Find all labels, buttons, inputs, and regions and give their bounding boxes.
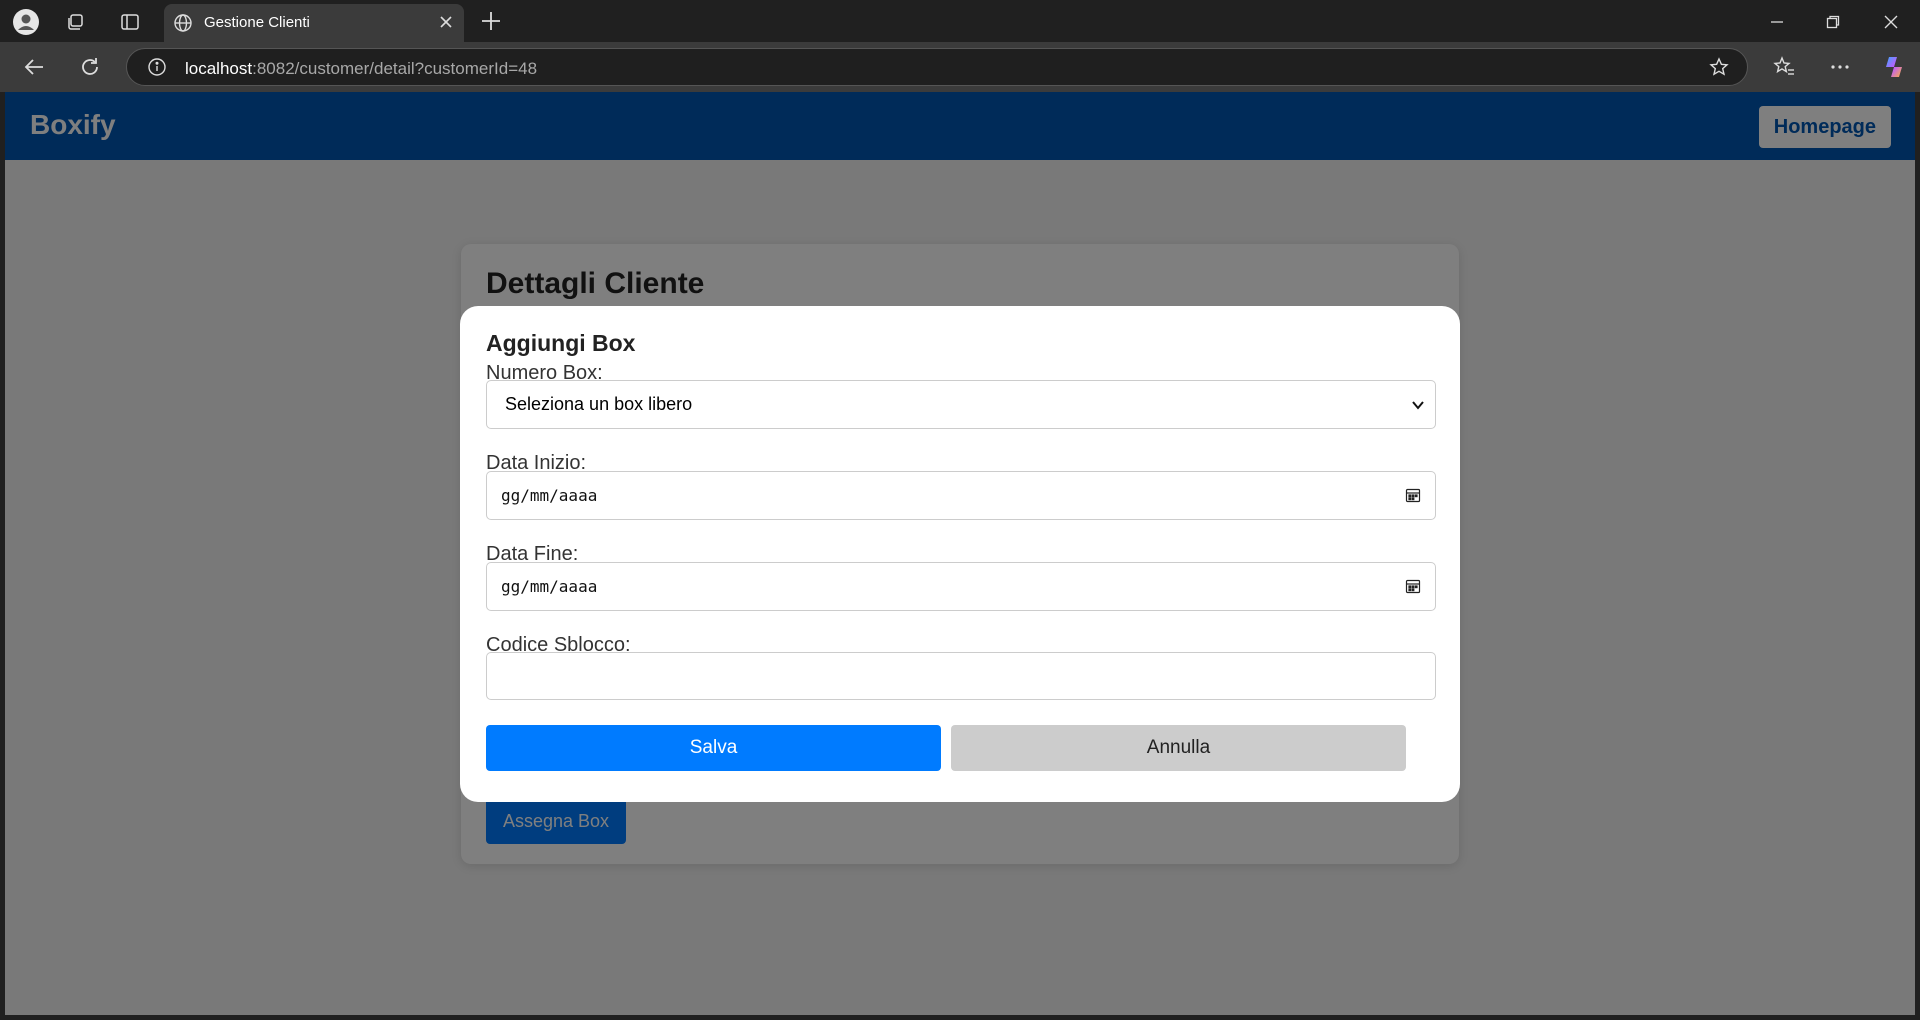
more-icon[interactable] [1826,53,1854,81]
end-date-input[interactable]: gg/mm/aaaa [486,562,1436,611]
copilot-icon[interactable] [1880,53,1908,81]
close-icon[interactable] [438,14,454,35]
browser-titlebar: Gestione Clienti [0,0,1920,42]
chevron-down-icon [1411,398,1425,417]
unlock-code-input[interactable] [486,652,1436,700]
address-bar[interactable]: localhost:8082/customer/detail?customerI… [126,48,1748,86]
add-box-modal: Aggiungi Box Numero Box: Seleziona un bo… [460,306,1460,802]
tab-title: Gestione Clienti [204,14,310,31]
minimize-icon[interactable] [1764,9,1790,35]
calendar-icon[interactable] [1405,578,1421,599]
refresh-icon[interactable] [76,53,104,81]
cancel-button[interactable]: Annulla [951,725,1406,771]
profile-icon[interactable] [12,8,40,36]
end-date-placeholder: gg/mm/aaaa [501,577,598,596]
calendar-icon[interactable] [1405,487,1421,508]
url-text[interactable]: localhost:8082/customer/detail?customerI… [185,59,537,79]
back-icon[interactable] [20,53,48,81]
start-date-input[interactable]: gg/mm/aaaa [486,471,1436,520]
vertical-tabs-icon[interactable] [116,8,144,36]
site-info-icon[interactable] [147,57,167,82]
close-window-icon[interactable] [1878,9,1904,35]
start-date-placeholder: gg/mm/aaaa [501,486,598,505]
workspaces-icon[interactable] [62,8,90,36]
box-number-select[interactable]: Seleziona un box libero [486,380,1436,429]
browser-toolbar: localhost:8082/customer/detail?customerI… [0,42,1920,92]
favorites-icon[interactable] [1770,53,1798,81]
favorite-star-icon[interactable] [1709,57,1729,82]
tab-gestione-clienti[interactable]: Gestione Clienti [164,4,464,42]
box-number-selected: Seleziona un box libero [505,394,693,414]
new-tab-icon[interactable] [478,8,504,39]
page-viewport: Boxify Homepage Dettagli Cliente Assegna… [5,92,1915,1015]
save-button[interactable]: Salva [486,725,941,771]
restore-icon[interactable] [1820,9,1846,35]
modal-title: Aggiungi Box [486,330,636,356]
globe-icon [173,13,193,38]
